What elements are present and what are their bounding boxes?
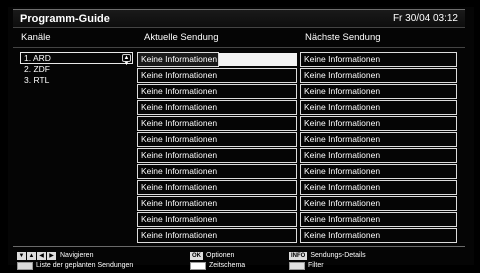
next-program-cell[interactable]: Keine Informationen (300, 84, 457, 99)
filter-label: Filter (308, 262, 324, 269)
ok-key-icon: OK (190, 251, 203, 260)
timeline-label: Zeitschema (209, 262, 246, 269)
color-key-icon (190, 261, 206, 270)
current-program-cell[interactable]: Keine Informationen (137, 212, 297, 227)
page-title: Programm-Guide (20, 13, 110, 25)
footer-legend: ▼ ▲ ◀ ▶ Navigieren OK Optionen INFO Send… (13, 251, 465, 271)
right-arrow-icon: ▶ (47, 251, 56, 260)
legend-timeline: Zeitschema (190, 261, 245, 270)
next-program-cell[interactable]: Keine Informationen (300, 196, 457, 211)
color-key-icon (17, 261, 33, 270)
up-arrow-icon: ▲ (27, 251, 36, 260)
next-program-cell[interactable]: Keine Informationen (300, 100, 457, 115)
next-program-cell[interactable]: Keine Informationen (300, 116, 457, 131)
next-program-cell[interactable]: Keine Informationen (300, 148, 457, 163)
current-program-cell[interactable]: Keine Informationen (137, 180, 297, 195)
options-label: Optionen (206, 252, 235, 259)
legend-filter: Filter (289, 261, 324, 270)
next-program-cell[interactable]: Keine Informationen (300, 212, 457, 227)
channel-label: 1. ARD (24, 53, 51, 63)
current-program-cell[interactable]: Keine Informationen (137, 132, 297, 147)
color-key-icon (289, 261, 305, 270)
selection-highlight (219, 53, 297, 66)
navigate-label: Navigieren (60, 252, 94, 259)
legend-info: INFO Sendungs-Details (289, 251, 366, 260)
next-program-header: Nächste Sendung (305, 32, 381, 43)
current-program-cell[interactable]: Keine Informationen (137, 68, 297, 83)
current-program-cell[interactable]: Keine Informationen (137, 100, 297, 115)
current-program-cell[interactable]: Keine Informationen (137, 148, 297, 163)
header-bar: Programm-Guide Fr 30/04 03:12 (13, 9, 465, 28)
info-key-icon: INFO (289, 251, 308, 260)
scheduled-label: Liste der geplanten Sendungen (36, 262, 134, 269)
legend-navigate: ▼ ▲ ◀ ▶ Navigieren (17, 251, 93, 260)
channel-item-ard[interactable]: 1. ARD ▲ ▼ (20, 52, 133, 67)
legend-options: OK Optionen (190, 251, 234, 260)
footer-divider (13, 246, 465, 247)
current-program-cell[interactable]: Keine Informationen (137, 228, 297, 243)
datetime: Fr 30/04 03:12 (392, 13, 458, 24)
channels-header: Kanäle (21, 32, 51, 43)
channel-label: 3. RTL (24, 75, 50, 85)
updown-arrow-icon[interactable]: ▲ ▼ (122, 54, 131, 67)
header-divider (13, 47, 465, 48)
current-program-cell[interactable]: Keine Informationen (137, 164, 297, 179)
next-program-cell[interactable]: Keine Informationen (300, 228, 457, 243)
down-arrow-icon: ▼ (17, 251, 26, 260)
current-program-cell[interactable]: Keine Informationen (137, 116, 297, 131)
current-program-cell[interactable]: Keine Informationen (137, 84, 297, 99)
next-program-cell[interactable]: Keine Informationen (300, 180, 457, 195)
legend-scheduled: Liste der geplanten Sendungen (17, 261, 133, 270)
info-label: Sendungs-Details (310, 252, 366, 259)
channel-label: 2. ZDF (24, 64, 50, 74)
column-headers: Kanäle Aktuelle Sendung Nächste Sendung (13, 32, 465, 46)
channel-item-zdf[interactable]: 2. ZDF (20, 64, 133, 75)
next-program-cell[interactable]: Keine Informationen (300, 52, 457, 67)
channel-list: 1. ARD ▲ ▼ 2. ZDF 3. RTL (20, 52, 133, 86)
next-program-cell[interactable]: Keine Informationen (300, 164, 457, 179)
channel-item-rtl[interactable]: 3. RTL (20, 75, 133, 86)
left-arrow-icon: ◀ (37, 251, 46, 260)
next-program-cell[interactable]: Keine Informationen (300, 132, 457, 147)
current-program-header: Aktuelle Sendung (144, 32, 219, 43)
current-program-cell[interactable]: Keine Informationen (137, 196, 297, 211)
next-program-cell[interactable]: Keine Informationen (300, 68, 457, 83)
current-program-cell[interactable]: Keine Informationen (137, 52, 219, 67)
